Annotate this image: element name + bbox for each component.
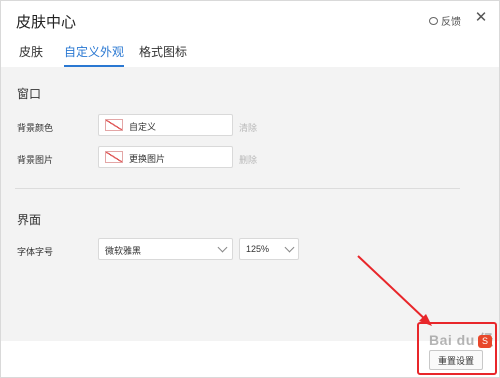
- background-color-label: 背景颜色: [17, 123, 54, 133]
- delete-background-image-link[interactable]: 删除: [239, 153, 257, 166]
- window-section-title: 窗口: [17, 87, 42, 101]
- tab-custom-appearance[interactable]: 自定义外观: [64, 43, 125, 67]
- chevron-down-icon: [284, 242, 295, 253]
- skin-center-dialog: 皮肤中心 反馈 ✕ 皮肤 自定义外观 格式图标 窗口 背景颜色 自定义 清除 背…: [0, 0, 500, 378]
- background-color-value: 自定义: [129, 122, 157, 132]
- tab-format-icons[interactable]: 格式图标: [139, 43, 187, 65]
- image-swatch: [105, 151, 123, 163]
- section-divider: [15, 188, 460, 189]
- chat-bubble-icon: [429, 16, 438, 25]
- font-size-label: 字体字号: [17, 247, 54, 257]
- color-swatch: [105, 119, 123, 131]
- dialog-footer: [1, 341, 499, 377]
- clear-background-color-link[interactable]: 清除: [239, 121, 257, 134]
- tab-skin[interactable]: 皮肤: [19, 43, 43, 65]
- reset-settings-button[interactable]: 重置设置: [429, 350, 483, 370]
- background-image-picker[interactable]: 更换图片: [98, 146, 233, 168]
- font-scale-value: 125%: [246, 244, 270, 254]
- dialog-title: 皮肤中心: [16, 14, 77, 31]
- font-scale-select[interactable]: 125%: [239, 238, 299, 260]
- background-image-label: 背景图片: [17, 155, 54, 165]
- background-color-picker[interactable]: 自定义: [98, 114, 233, 136]
- feedback-button[interactable]: 反馈: [429, 13, 461, 28]
- font-family-select[interactable]: 微软雅黑: [98, 238, 233, 260]
- chevron-down-icon: [217, 242, 228, 253]
- interface-section-title: 界面: [17, 213, 42, 227]
- background-image-value: 更换图片: [129, 154, 166, 164]
- settings-panel: 窗口 背景颜色 自定义 清除 背景图片 更换图片 删除 界面 字体字号 微软雅黑…: [1, 67, 499, 341]
- tab-bar: 皮肤 自定义外观 格式图标: [1, 41, 499, 67]
- close-button[interactable]: ✕: [473, 10, 489, 26]
- font-family-value: 微软雅黑: [105, 246, 142, 256]
- feedback-label: 反馈: [441, 17, 461, 28]
